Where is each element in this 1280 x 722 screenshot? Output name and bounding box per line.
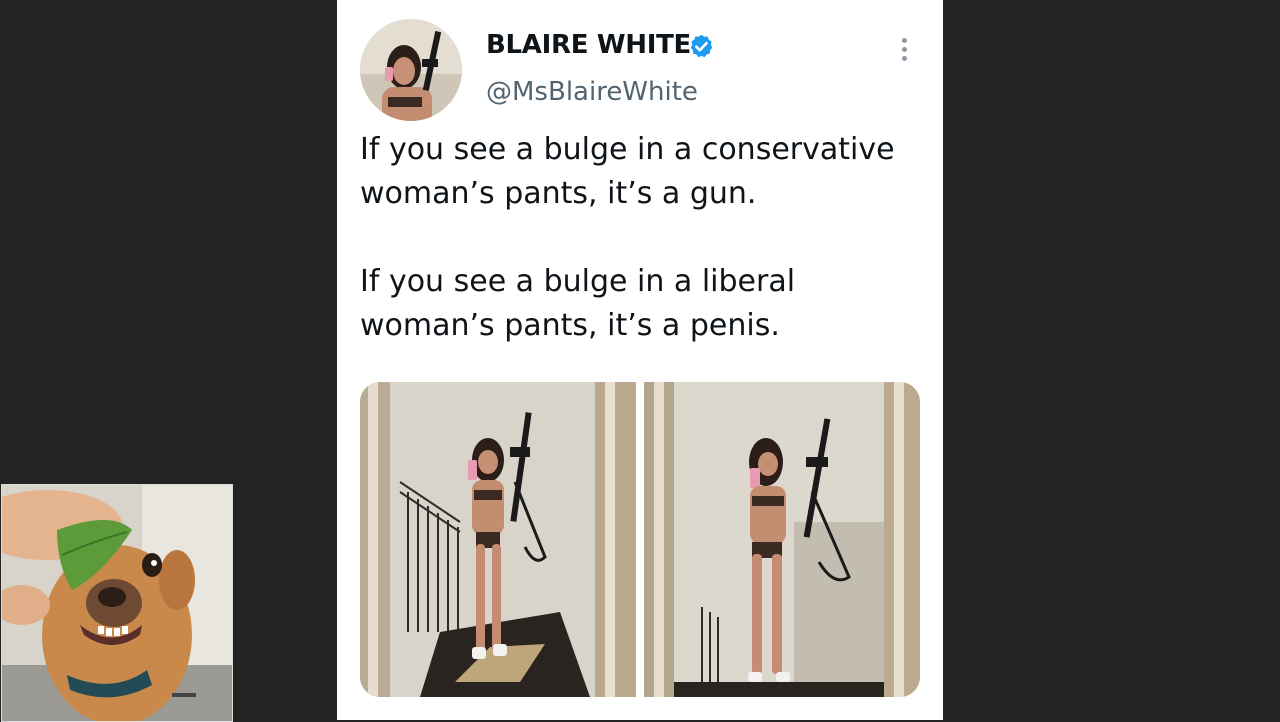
user-handle[interactable]: @MsBlaireWhite <box>486 77 698 107</box>
tweet-text: If you see a bulge in a conservative wom… <box>360 128 930 348</box>
tweet-media-grid <box>360 382 920 697</box>
tweet-paragraph: If you see a bulge in a conservative wom… <box>360 132 895 211</box>
profile-avatar[interactable] <box>360 19 462 121</box>
mirror-selfie-photo-1[interactable] <box>360 382 636 697</box>
more-options-icon[interactable] <box>893 34 915 66</box>
tweet-paragraph: If you see a bulge in a liberal woman’s … <box>360 264 796 343</box>
verified-badge-icon <box>688 33 715 60</box>
tweet-card: BLAIRE WHITE @MsBlaireWhite If you see a… <box>337 0 943 720</box>
mirror-selfie-photo-2[interactable] <box>644 382 920 697</box>
display-name[interactable]: BLAIRE WHITE <box>486 30 691 60</box>
dog-with-leaf-reaction-image <box>1 484 233 722</box>
